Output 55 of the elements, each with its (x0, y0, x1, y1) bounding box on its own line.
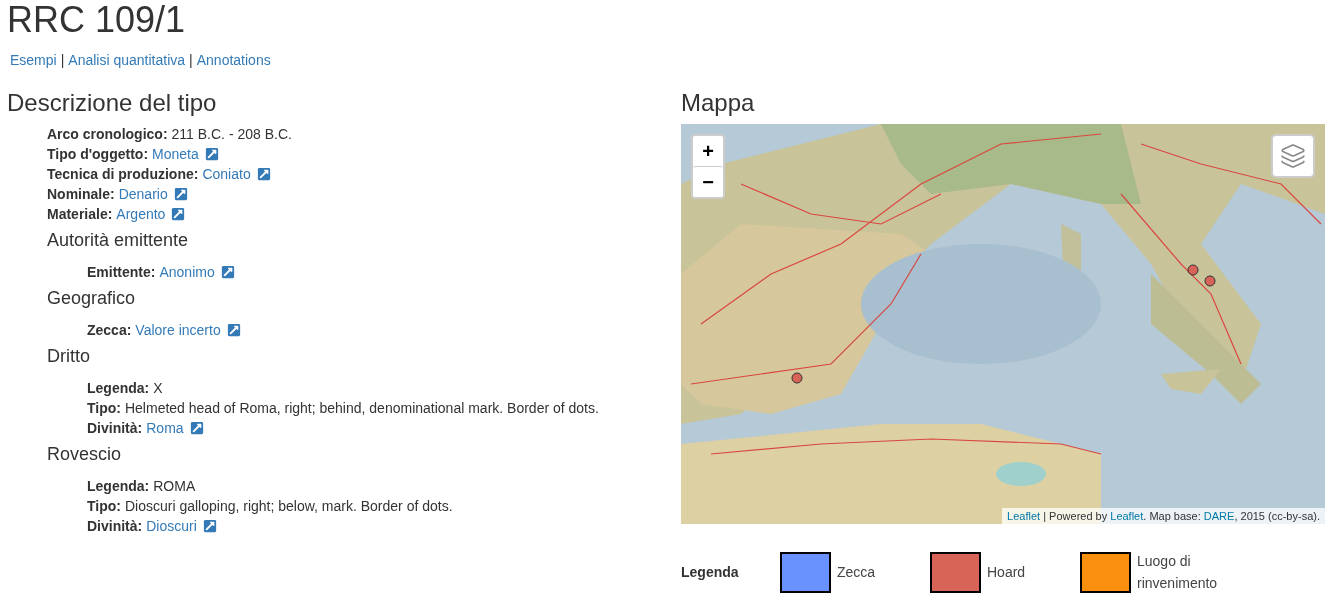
layers-button[interactable] (1271, 134, 1315, 178)
field-label: Legenda: (87, 379, 150, 398)
external-link-icon[interactable] (220, 265, 235, 279)
nav-link[interactable]: Analisi quantitativa (68, 50, 186, 70)
layers-icon[interactable] (1280, 143, 1306, 169)
field-label: Legenda: (87, 477, 150, 496)
field-value: Helmeted head of Roma, right; behind, denominational mark. Border of dots. (124, 399, 599, 418)
zoom-out-button[interactable]: − (693, 166, 723, 197)
field-link[interactable]: Moneta (152, 144, 199, 164)
field-value: 211 B.C. - 208 B.C. (171, 125, 292, 144)
subsection-heading: Rovescio (47, 444, 123, 464)
field-label: Arco cronologico: (47, 125, 168, 144)
field-label: Tipo: (87, 497, 121, 516)
field-link[interactable]: Anonimo (159, 262, 215, 282)
legend-text: Luogo di rinvenimento (1137, 552, 1219, 593)
field-label: Materiale: (47, 205, 113, 224)
field-label: Emittente: (87, 263, 156, 282)
field-link[interactable]: Dioscuri (146, 516, 197, 536)
page-title: RRC 109/1 (7, 0, 187, 40)
field-value: X (153, 379, 163, 398)
separator: | (60, 51, 65, 70)
field-link[interactable]: Roma (146, 418, 184, 438)
external-link-icon[interactable] (202, 519, 217, 533)
field-label: Tecnica di produzione: (47, 165, 199, 184)
field-label: Divinità: (87, 517, 143, 536)
external-link-icon[interactable] (171, 207, 186, 221)
field-link[interactable]: Coniato (202, 164, 251, 184)
section-heading: Descrizione del tipo (7, 90, 218, 116)
subsection-heading: Geografico (47, 288, 137, 308)
nav-link[interactable]: Esempi (10, 50, 57, 70)
field-value: Dioscuri galloping, right; below, mark. Border of dots. (124, 497, 453, 516)
external-link-icon[interactable] (204, 147, 219, 161)
nav-link[interactable]: Annotations (196, 50, 271, 70)
field-label: Nominale: (47, 185, 115, 204)
external-link-icon[interactable] (189, 421, 204, 435)
external-link-icon[interactable] (173, 187, 188, 201)
field-link[interactable]: Argento (116, 204, 166, 224)
legend-label: Legenda (681, 564, 740, 580)
field-label: Zecca: (87, 321, 132, 340)
legend-text: Zecca (837, 563, 877, 582)
attribution-link[interactable]: Leaflet (1007, 510, 1041, 522)
field-label: Tipo d'oggetto: (47, 145, 149, 164)
legend-text: Hoard (987, 563, 1027, 582)
separator: | (189, 51, 193, 70)
subsection-heading: Autorità emittente (47, 230, 190, 250)
field-link[interactable]: Denario (118, 184, 168, 204)
field-link[interactable]: Valore incerto (135, 320, 221, 340)
external-link-icon[interactable] (226, 323, 241, 337)
field-value: ROMA (153, 477, 196, 496)
section-heading: Mappa (681, 90, 756, 116)
subsection-heading: Dritto (47, 346, 91, 366)
map-attribution: Leaflet | Powered by Leaflet. Map base: DARE, 2015 (cc-by-sa). (1002, 508, 1325, 524)
field-label: Tipo: (87, 399, 121, 418)
external-link-icon[interactable] (256, 167, 271, 181)
field-label: Divinità: (87, 419, 143, 438)
